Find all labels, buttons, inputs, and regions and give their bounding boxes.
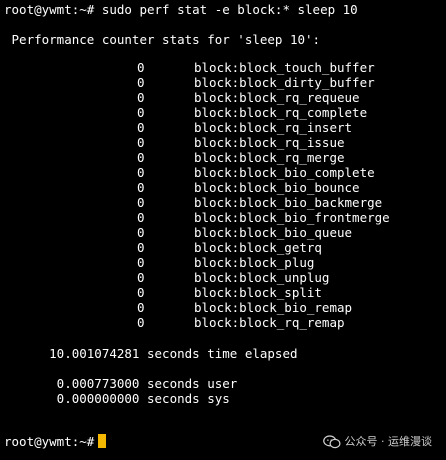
counter-value: 0 — [137, 150, 145, 165]
counter-event-name: block:block_bio_backmerge — [194, 195, 383, 210]
counter-value: 0 — [137, 255, 145, 270]
counter-value: 0 — [137, 300, 145, 315]
counter-row: 0 block:block_rq_complete — [0, 105, 446, 120]
counter-value: 0 — [137, 120, 145, 135]
counter-row: 0 block:block_touch_buffer — [0, 60, 446, 75]
counter-value: 0 — [137, 315, 145, 330]
counter-row: 0 block:block_rq_insert — [0, 120, 446, 135]
counter-event-name: block:block_unplug — [194, 270, 330, 285]
counter-row: 0 block:block_unplug — [0, 270, 446, 285]
counter-event-name: block:block_bio_remap — [194, 300, 353, 315]
counter-event-name: block:block_rq_requeue — [194, 90, 360, 105]
counter-row: 0 block:block_dirty_buffer — [0, 75, 446, 90]
counter-row: 0 block:block_bio_backmerge — [0, 195, 446, 210]
terminal-cursor — [98, 434, 107, 448]
counter-event-name: block:block_bio_frontmerge — [194, 210, 390, 225]
counter-row: 0 block:block_rq_remap — [0, 315, 446, 330]
command-text: sudo perf stat -e block:* sleep 10 — [94, 2, 358, 17]
counter-event-name: block:block_dirty_buffer — [194, 75, 375, 90]
counter-row: 0 block:block_rq_merge — [0, 150, 446, 165]
counter-row: 0 block:block_getrq — [0, 240, 446, 255]
counter-value: 0 — [137, 165, 145, 180]
final-prompt-line[interactable]: root@ywmt:~# — [4, 434, 107, 449]
counter-row: 0 block:block_plug — [0, 255, 446, 270]
counter-value: 0 — [137, 75, 145, 90]
counter-value: 0 — [137, 285, 145, 300]
watermark: 公众号 · 运维漫谈 — [322, 434, 433, 449]
counter-value: 0 — [137, 180, 145, 195]
counter-event-name: block:block_bio_complete — [194, 165, 375, 180]
watermark-label: 公众号 · 运维漫谈 — [344, 435, 433, 448]
counter-value: 0 — [137, 240, 145, 255]
wechat-icon — [322, 434, 340, 448]
time-elapsed: 10.001074281 seconds time elapsed — [4, 346, 298, 361]
counter-value: 0 — [137, 270, 145, 285]
counter-event-name: block:block_rq_remap — [194, 315, 345, 330]
counter-event-name: block:block_rq_insert — [194, 120, 353, 135]
counter-event-name: block:block_plug — [194, 255, 315, 270]
counter-row: 0 block:block_rq_issue — [0, 135, 446, 150]
counter-event-name: block:block_split — [194, 285, 322, 300]
counter-value: 0 — [137, 105, 145, 120]
counter-row: 0 block:block_bio_queue — [0, 225, 446, 240]
counter-value: 0 — [137, 90, 145, 105]
counter-row: 0 block:block_bio_frontmerge — [0, 210, 446, 225]
counter-event-name: block:block_touch_buffer — [194, 60, 375, 75]
final-prompt: root@ywmt:~# — [4, 434, 95, 449]
time-user: 0.000773000 seconds user — [4, 376, 238, 391]
terminal-window[interactable]: root@ywmt:~# sudo perf stat -e block:* s… — [0, 0, 446, 460]
counter-row: 0 block:block_bio_remap — [0, 300, 446, 315]
counter-event-name: block:block_rq_merge — [194, 150, 345, 165]
counter-value: 0 — [137, 225, 145, 240]
stats-header: Performance counter stats for 'sleep 10'… — [4, 32, 321, 47]
counter-value: 0 — [137, 60, 145, 75]
prompt: root@ywmt:~# — [4, 2, 95, 17]
counter-event-name: block:block_bio_queue — [194, 225, 353, 240]
counter-row: 0 block:block_bio_complete — [0, 165, 446, 180]
counter-value: 0 — [137, 210, 145, 225]
counter-row: 0 block:block_rq_requeue — [0, 90, 446, 105]
counter-event-name: block:block_bio_bounce — [194, 180, 360, 195]
counter-row: 0 block:block_bio_bounce — [0, 180, 446, 195]
time-sys: 0.000000000 seconds sys — [4, 391, 230, 406]
counter-event-name: block:block_rq_complete — [194, 105, 368, 120]
counter-event-name: block:block_rq_issue — [194, 135, 345, 150]
counter-event-name: block:block_getrq — [194, 240, 322, 255]
command-line: root@ywmt:~# sudo perf stat -e block:* s… — [4, 2, 358, 17]
counter-value: 0 — [137, 195, 145, 210]
counter-value: 0 — [137, 135, 145, 150]
counter-row: 0 block:block_split — [0, 285, 446, 300]
